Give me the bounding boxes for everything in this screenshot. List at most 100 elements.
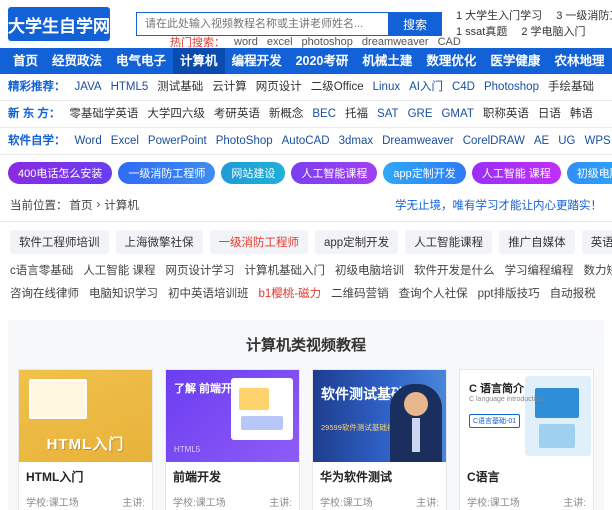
subnav-item-excel[interactable]: Excel [111, 132, 139, 151]
keyword-box-english-class[interactable]: 英语学习班 [581, 230, 612, 254]
subnav-item-english-basic[interactable]: 零基础学英语 [69, 105, 138, 124]
keyword-link-qr-marketing[interactable]: 二维码营销 [331, 285, 389, 301]
keyword-link-junior-english[interactable]: 初中英语培训班 [168, 285, 249, 301]
nav-item-programming[interactable]: 编程开发 [225, 48, 289, 74]
header-link-3[interactable]: 1 ssat真题 [456, 24, 507, 40]
subnav-item-photoshop[interactable]: Photoshop [484, 78, 539, 97]
keyword-box-shanghai-social[interactable]: 上海微擎社保 [115, 230, 203, 254]
hot-keyword-word[interactable]: word [234, 36, 258, 48]
keyword-link-computer-training[interactable]: 初级电脑培训 [335, 262, 404, 278]
search-input[interactable] [136, 12, 388, 36]
video-card-clang[interactable]: C 语言简介 C language introduction C语言基础-01 … [459, 369, 594, 510]
search-button[interactable]: 搜索 [388, 12, 442, 36]
nav-item-electrical[interactable]: 电气电子 [109, 48, 173, 74]
keyword-link-vision[interactable]: 数力矫正度数 [583, 262, 612, 278]
nav-item-economics-law[interactable]: 经贸政法 [45, 48, 109, 74]
hot-keyword-dreamweaver[interactable]: dreamweaver [362, 36, 429, 48]
subnav-item-webdesign[interactable]: 网页设计 [256, 78, 302, 97]
keyword-link-auto-tax[interactable]: 自动报税 [550, 285, 596, 301]
subnav-item-dreamweaver[interactable]: Dreamweaver [382, 132, 454, 151]
subnav-item-testing[interactable]: 测试基础 [157, 78, 203, 97]
site-logo[interactable]: 大学生自学网 [8, 7, 110, 41]
video-thumbnail-clang: C 语言简介 C language introduction C语言基础-01 [460, 370, 593, 462]
promo-pill-ai-course2[interactable]: 人工智能 课程 [471, 162, 561, 184]
promo-pill-website[interactable]: 网站建设 [221, 162, 286, 184]
hot-keyword-cad[interactable]: CAD [438, 36, 461, 48]
subnav-item-powerpoint[interactable]: PowerPoint [148, 132, 207, 151]
subnav-item-office2[interactable]: 二级Office [311, 78, 364, 97]
keyword-link-computer-basics[interactable]: 计算机基础入门 [244, 262, 325, 278]
hot-keyword-excel[interactable]: excel [267, 36, 293, 48]
promo-pill-ai-course[interactable]: 人工智能课程 [291, 162, 378, 184]
subnav-item-coreldraw[interactable]: CorelDRAW [463, 132, 525, 151]
subnav-category-label: 精彩推荐： [8, 81, 66, 93]
keyword-link-c-basic[interactable]: c语言零基础 [10, 262, 73, 278]
nav-item-kaoyan[interactable]: 2020考研 [289, 48, 356, 74]
video-card-frontend[interactable]: 了解 前端开发 HTML5 前端开发 学校:课工场 主讲: [165, 369, 300, 510]
nav-item-math[interactable]: 数理优化 [419, 48, 483, 74]
keyword-box-media-promo[interactable]: 推广自媒体 [499, 230, 575, 254]
promo-pill-computer-training[interactable]: 初级电脑培训 [566, 162, 612, 184]
keyword-box-ai-course[interactable]: 人工智能课程 [405, 230, 493, 254]
video-title[interactable]: 华为软件测试 [320, 468, 439, 485]
subnav-item-toefl[interactable]: 托福 [345, 105, 368, 124]
keyword-link-cherry-magnet[interactable]: b1樱桃-磁力 [259, 285, 322, 301]
subnav-item-html5[interactable]: HTML5 [111, 78, 149, 97]
keyword-link-programming[interactable]: 学习编程编程 [504, 262, 573, 278]
breadcrumb-home[interactable]: 首页 [70, 197, 93, 213]
subnav-item-bec[interactable]: BEC [312, 105, 336, 124]
header-link-2[interactable]: 3 一级消防工程师 [556, 8, 612, 24]
thumbnail-sub-clang: C language introduction [469, 396, 543, 403]
subnav-item-cet[interactable]: 大学四六级 [147, 105, 205, 124]
video-card-body: HTML入门 学校:课工场 主讲: [19, 462, 152, 510]
subnav-item-zhicheng[interactable]: 职称英语 [483, 105, 529, 124]
promo-pill-400phone[interactable]: 400电话怎么安装 [8, 162, 113, 184]
promo-pill-fire-engineer[interactable]: 一级消防工程师 [118, 162, 216, 184]
subnav-item-c4d[interactable]: C4D [452, 78, 475, 97]
promo-pill-app-dev[interactable]: app定制开发 [383, 162, 466, 184]
subnav-item-ug[interactable]: UG [558, 132, 575, 151]
keyword-box-software-engineer[interactable]: 软件工程师培训 [10, 230, 109, 254]
subnav-item-photoshop2[interactable]: PhotoShop [216, 132, 273, 151]
subnav-item-gmat[interactable]: GMAT [441, 105, 473, 124]
video-card-html[interactable]: HTML入门 HTML入门 学校:课工场 主讲: [18, 369, 153, 510]
subnav-item-drawing[interactable]: 手绘基础 [548, 78, 594, 97]
subnav-item-sat[interactable]: SAT [377, 105, 399, 124]
subnav-item-3dmax[interactable]: 3dmax [339, 132, 374, 151]
subnav-item-word[interactable]: Word [75, 132, 102, 151]
subnav-item-linux[interactable]: Linux [373, 78, 401, 97]
subnav-item-korean[interactable]: 韩语 [570, 105, 593, 124]
header-link-1[interactable]: 1 大学生入门学习 [456, 8, 542, 24]
subnav-item-newconcept[interactable]: 新概念 [269, 105, 304, 124]
keyword-link-ai-course[interactable]: 人工智能 课程 [83, 262, 155, 278]
subnav-item-kaoyan-english[interactable]: 考研英语 [214, 105, 260, 124]
video-title[interactable]: C语言 [467, 468, 586, 485]
keyword-link-lawyer[interactable]: 咨询在线律师 [10, 285, 79, 301]
subnav-item-java[interactable]: JAVA [75, 78, 102, 97]
keyword-link-row-2: 咨询在线律师 电脑知识学习 初中英语培训班 b1樱桃-磁力 二维码营销 查询个人… [10, 285, 602, 301]
subnav-item-autocad[interactable]: AutoCAD [282, 132, 330, 151]
keyword-link-webdesign[interactable]: 网页设计学习 [165, 262, 234, 278]
nav-item-home[interactable]: 首页 [6, 48, 45, 74]
nav-item-medical[interactable]: 医学健康 [483, 48, 547, 74]
keyword-box-app-dev[interactable]: app定制开发 [315, 230, 399, 254]
video-title[interactable]: HTML入门 [26, 468, 145, 485]
subnav-item-ai[interactable]: AI入门 [409, 78, 443, 97]
subnav-item-japanese[interactable]: 日语 [538, 105, 561, 124]
header-link-4[interactable]: 2 学电脑入门 [521, 24, 585, 40]
nav-item-agriculture[interactable]: 农林地理 [547, 48, 611, 74]
video-title[interactable]: 前端开发 [173, 468, 292, 485]
keyword-link-software-dev[interactable]: 软件开发是什么 [414, 262, 495, 278]
keyword-link-social-insurance[interactable]: 查询个人社保 [399, 285, 468, 301]
subnav-item-cloud[interactable]: 云计算 [212, 78, 247, 97]
keyword-box-fire-engineer[interactable]: 一级消防工程师 [209, 230, 308, 254]
video-card-testing[interactable]: 软件测试基础 29599软件测试基础视频教程 华为软件测试 学校:课工场 主讲: [312, 369, 447, 510]
subnav-item-wps[interactable]: WPS [584, 132, 610, 151]
keyword-link-ppt-layout[interactable]: ppt排版技巧 [478, 285, 540, 301]
nav-item-mechanical[interactable]: 机械土建 [355, 48, 419, 74]
subnav-item-gre[interactable]: GRE [408, 105, 433, 124]
keyword-link-computer-knowledge[interactable]: 电脑知识学习 [89, 285, 158, 301]
nav-item-computer[interactable]: 计算机 [173, 48, 225, 74]
hot-keyword-photoshop[interactable]: photoshop [302, 36, 353, 48]
subnav-item-ae[interactable]: AE [534, 132, 549, 151]
